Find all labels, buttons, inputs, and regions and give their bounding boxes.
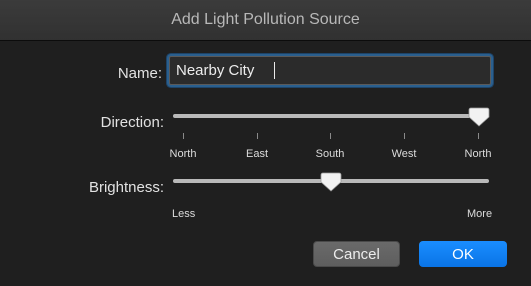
direction-tick-label: North [169, 148, 197, 160]
brightness-min-label: Less [172, 208, 196, 220]
direction-tick [478, 133, 479, 139]
title-bar: Add Light Pollution Source [0, 0, 531, 41]
direction-tick-label: North [464, 148, 492, 160]
direction-tick [257, 133, 258, 139]
dialog-title: Add Light Pollution Source [171, 11, 360, 28]
brightness-max-label: More [467, 208, 493, 220]
direction-label: Direction: [100, 114, 164, 131]
direction-tick-label: East [245, 148, 268, 160]
cancel-button[interactable]: Cancel [313, 241, 400, 267]
direction-tick [183, 133, 184, 139]
name-label: Name: [117, 65, 162, 82]
text-cursor [274, 62, 275, 79]
direction-slider-track[interactable] [173, 114, 489, 118]
direction-slider-knob[interactable] [468, 106, 490, 128]
brightness-label: Brightness: [88, 179, 164, 196]
direction-tick-label: South [315, 148, 345, 160]
ok-button[interactable]: OK [419, 241, 507, 267]
direction-tick [404, 133, 405, 139]
brightness-slider-knob[interactable] [320, 171, 342, 193]
name-input[interactable] [169, 56, 491, 85]
direction-tick [330, 133, 331, 139]
direction-tick-label: West [391, 148, 417, 160]
